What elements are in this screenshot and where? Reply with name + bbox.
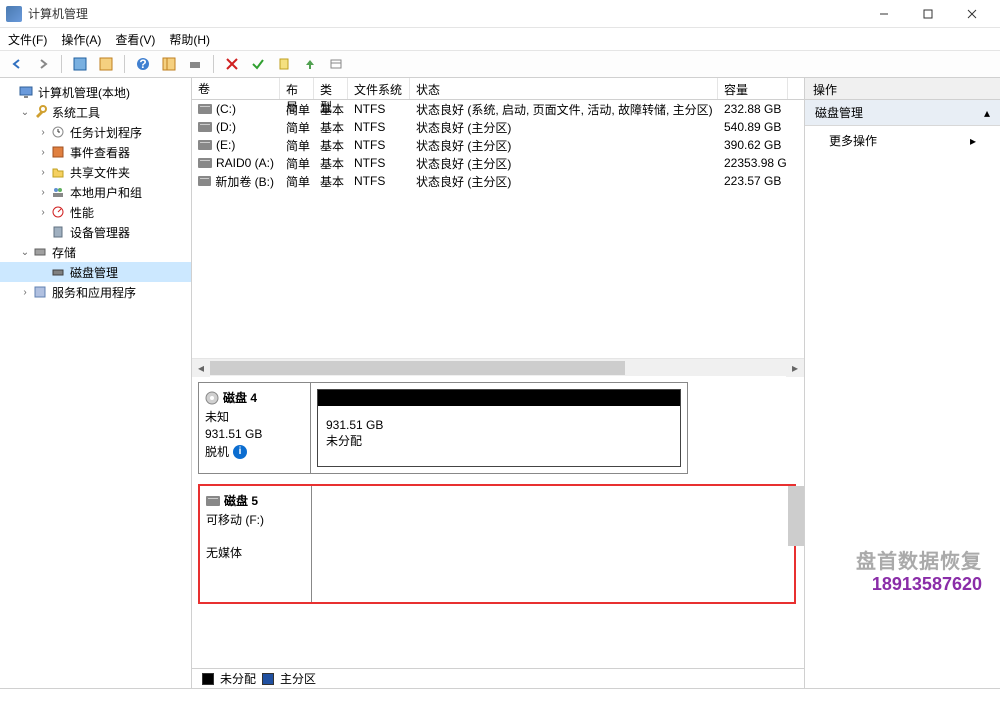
vertical-scrollbar[interactable] xyxy=(788,486,804,546)
toolbar-panel-icon[interactable] xyxy=(158,53,180,75)
col-layout[interactable]: 布局 xyxy=(280,78,314,99)
toolbar-action-icon[interactable] xyxy=(184,53,206,75)
tree-services[interactable]: ›服务和应用程序 xyxy=(0,282,191,302)
col-fs[interactable]: 文件系统 xyxy=(348,78,410,99)
volume-icon xyxy=(198,104,212,114)
tree-perf[interactable]: ›性能 xyxy=(0,202,191,222)
disk5-block[interactable]: 磁盘 5 可移动 (F:) 无媒体 xyxy=(198,484,796,604)
tree-systools[interactable]: ⌄ 系统工具 xyxy=(0,102,191,122)
svg-text:?: ? xyxy=(139,57,146,71)
actions-header: 操作 xyxy=(805,78,1000,100)
menu-help[interactable]: 帮助(H) xyxy=(169,31,210,48)
actions-panel: 操作 磁盘管理 ▴ 更多操作 ▸ xyxy=(805,78,1000,688)
tree-task[interactable]: ›任务计划程序 xyxy=(0,122,191,142)
menu-file[interactable]: 文件(F) xyxy=(8,31,47,48)
toolbar-view1-icon[interactable] xyxy=(69,53,91,75)
title-bar: 计算机管理 xyxy=(0,0,1000,28)
menu-view[interactable]: 查看(V) xyxy=(115,31,155,48)
drive-icon xyxy=(206,496,220,506)
disk5-info: 磁盘 5 可移动 (F:) 无媒体 xyxy=(200,486,312,602)
legend-unalloc-swatch xyxy=(202,673,214,685)
event-icon xyxy=(50,144,66,160)
legend-primary-swatch xyxy=(262,673,274,685)
tree-root-label: 计算机管理(本地) xyxy=(38,84,130,101)
tree-share[interactable]: ›共享文件夹 xyxy=(0,162,191,182)
maximize-button[interactable] xyxy=(906,0,950,28)
toolbar-doc-icon[interactable] xyxy=(273,53,295,75)
check-icon[interactable] xyxy=(247,53,269,75)
disk4-partition[interactable]: 931.51 GB 未分配 xyxy=(317,389,681,467)
menu-action[interactable]: 操作(A) xyxy=(61,31,101,48)
col-status[interactable]: 状态 xyxy=(410,78,718,99)
chevron-right-icon: ▸ xyxy=(970,134,976,148)
folder-icon xyxy=(50,164,66,180)
volume-list: 卷 布局 类型 文件系统 状态 容量 (C:)简单基本NTFS状态良好 (系统,… xyxy=(192,78,804,358)
col-cap[interactable]: 容量 xyxy=(718,78,788,99)
disk-cd-icon xyxy=(205,391,219,405)
help-icon[interactable]: ? xyxy=(132,53,154,75)
forward-button[interactable] xyxy=(32,53,54,75)
disk4-block[interactable]: 磁盘 4 未知 931.51 GB 脱机i 931.51 GB 未分配 xyxy=(198,382,688,474)
storage-icon xyxy=(32,244,48,260)
delete-icon[interactable] xyxy=(221,53,243,75)
volume-row[interactable]: (E:)简单基本NTFS状态良好 (主分区)390.62 GB xyxy=(192,136,804,154)
scroll-thumb[interactable] xyxy=(210,361,625,375)
volume-header: 卷 布局 类型 文件系统 状态 容量 xyxy=(192,78,804,100)
more-actions[interactable]: 更多操作 ▸ xyxy=(805,126,1000,155)
volume-row[interactable]: 新加卷 (B:)简单基本NTFS状态良好 (主分区)223.57 GB xyxy=(192,172,804,190)
tree-users[interactable]: ›本地用户和组 xyxy=(0,182,191,202)
tree-storage[interactable]: ⌄存储 xyxy=(0,242,191,262)
navigation-tree: 计算机管理(本地) ⌄ 系统工具 ›任务计划程序 ›事件查看器 ›共享文件夹 ›… xyxy=(0,78,192,688)
volume-icon xyxy=(198,140,212,150)
clock-icon xyxy=(50,124,66,140)
partition-header xyxy=(318,390,680,406)
tree-diskmgr[interactable]: 磁盘管理 xyxy=(0,262,191,282)
toolbar: ? xyxy=(0,50,1000,78)
col-type[interactable]: 类型 xyxy=(314,78,348,99)
legend: 未分配 主分区 xyxy=(192,668,804,688)
horizontal-scrollbar[interactable]: ◂ ▸ xyxy=(192,358,804,376)
disk-icon xyxy=(50,264,66,280)
toolbar-list-icon[interactable] xyxy=(325,53,347,75)
actions-section[interactable]: 磁盘管理 ▴ xyxy=(805,100,1000,126)
disk4-info: 磁盘 4 未知 931.51 GB 脱机i xyxy=(199,383,311,473)
volume-icon xyxy=(198,158,212,168)
disk5-empty xyxy=(318,492,788,596)
minimize-button[interactable] xyxy=(862,0,906,28)
device-icon xyxy=(50,224,66,240)
scroll-left-icon[interactable]: ◂ xyxy=(192,359,210,377)
perf-icon xyxy=(50,204,66,220)
volume-icon xyxy=(198,122,212,132)
col-volume[interactable]: 卷 xyxy=(192,78,280,99)
tree-event[interactable]: ›事件查看器 xyxy=(0,142,191,162)
users-icon xyxy=(50,184,66,200)
toolbar-view2-icon[interactable] xyxy=(95,53,117,75)
scroll-right-icon[interactable]: ▸ xyxy=(786,359,804,377)
info-icon[interactable]: i xyxy=(233,445,247,459)
services-icon xyxy=(32,284,48,300)
volume-icon xyxy=(198,176,211,186)
disk-map-area: 磁盘 4 未知 931.51 GB 脱机i 931.51 GB 未分配 磁盘 5 xyxy=(192,376,804,668)
tree-root[interactable]: 计算机管理(本地) xyxy=(0,82,191,102)
computer-icon xyxy=(18,84,34,100)
back-button[interactable] xyxy=(6,53,28,75)
collapse-icon[interactable]: ▴ xyxy=(984,106,990,120)
tools-icon xyxy=(32,104,48,120)
volume-row[interactable]: RAID0 (A:)简单基本NTFS状态良好 (主分区)22353.98 G xyxy=(192,154,804,172)
close-button[interactable] xyxy=(950,0,994,28)
volume-row[interactable]: (D:)简单基本NTFS状态良好 (主分区)540.89 GB xyxy=(192,118,804,136)
app-icon xyxy=(6,6,22,22)
volume-row[interactable]: (C:)简单基本NTFS状态良好 (系统, 启动, 页面文件, 活动, 故障转储… xyxy=(192,100,804,118)
window-title: 计算机管理 xyxy=(28,5,862,22)
tree-devmgr[interactable]: 设备管理器 xyxy=(0,222,191,242)
menu-bar: 文件(F) 操作(A) 查看(V) 帮助(H) xyxy=(0,28,1000,50)
toolbar-up-icon[interactable] xyxy=(299,53,321,75)
